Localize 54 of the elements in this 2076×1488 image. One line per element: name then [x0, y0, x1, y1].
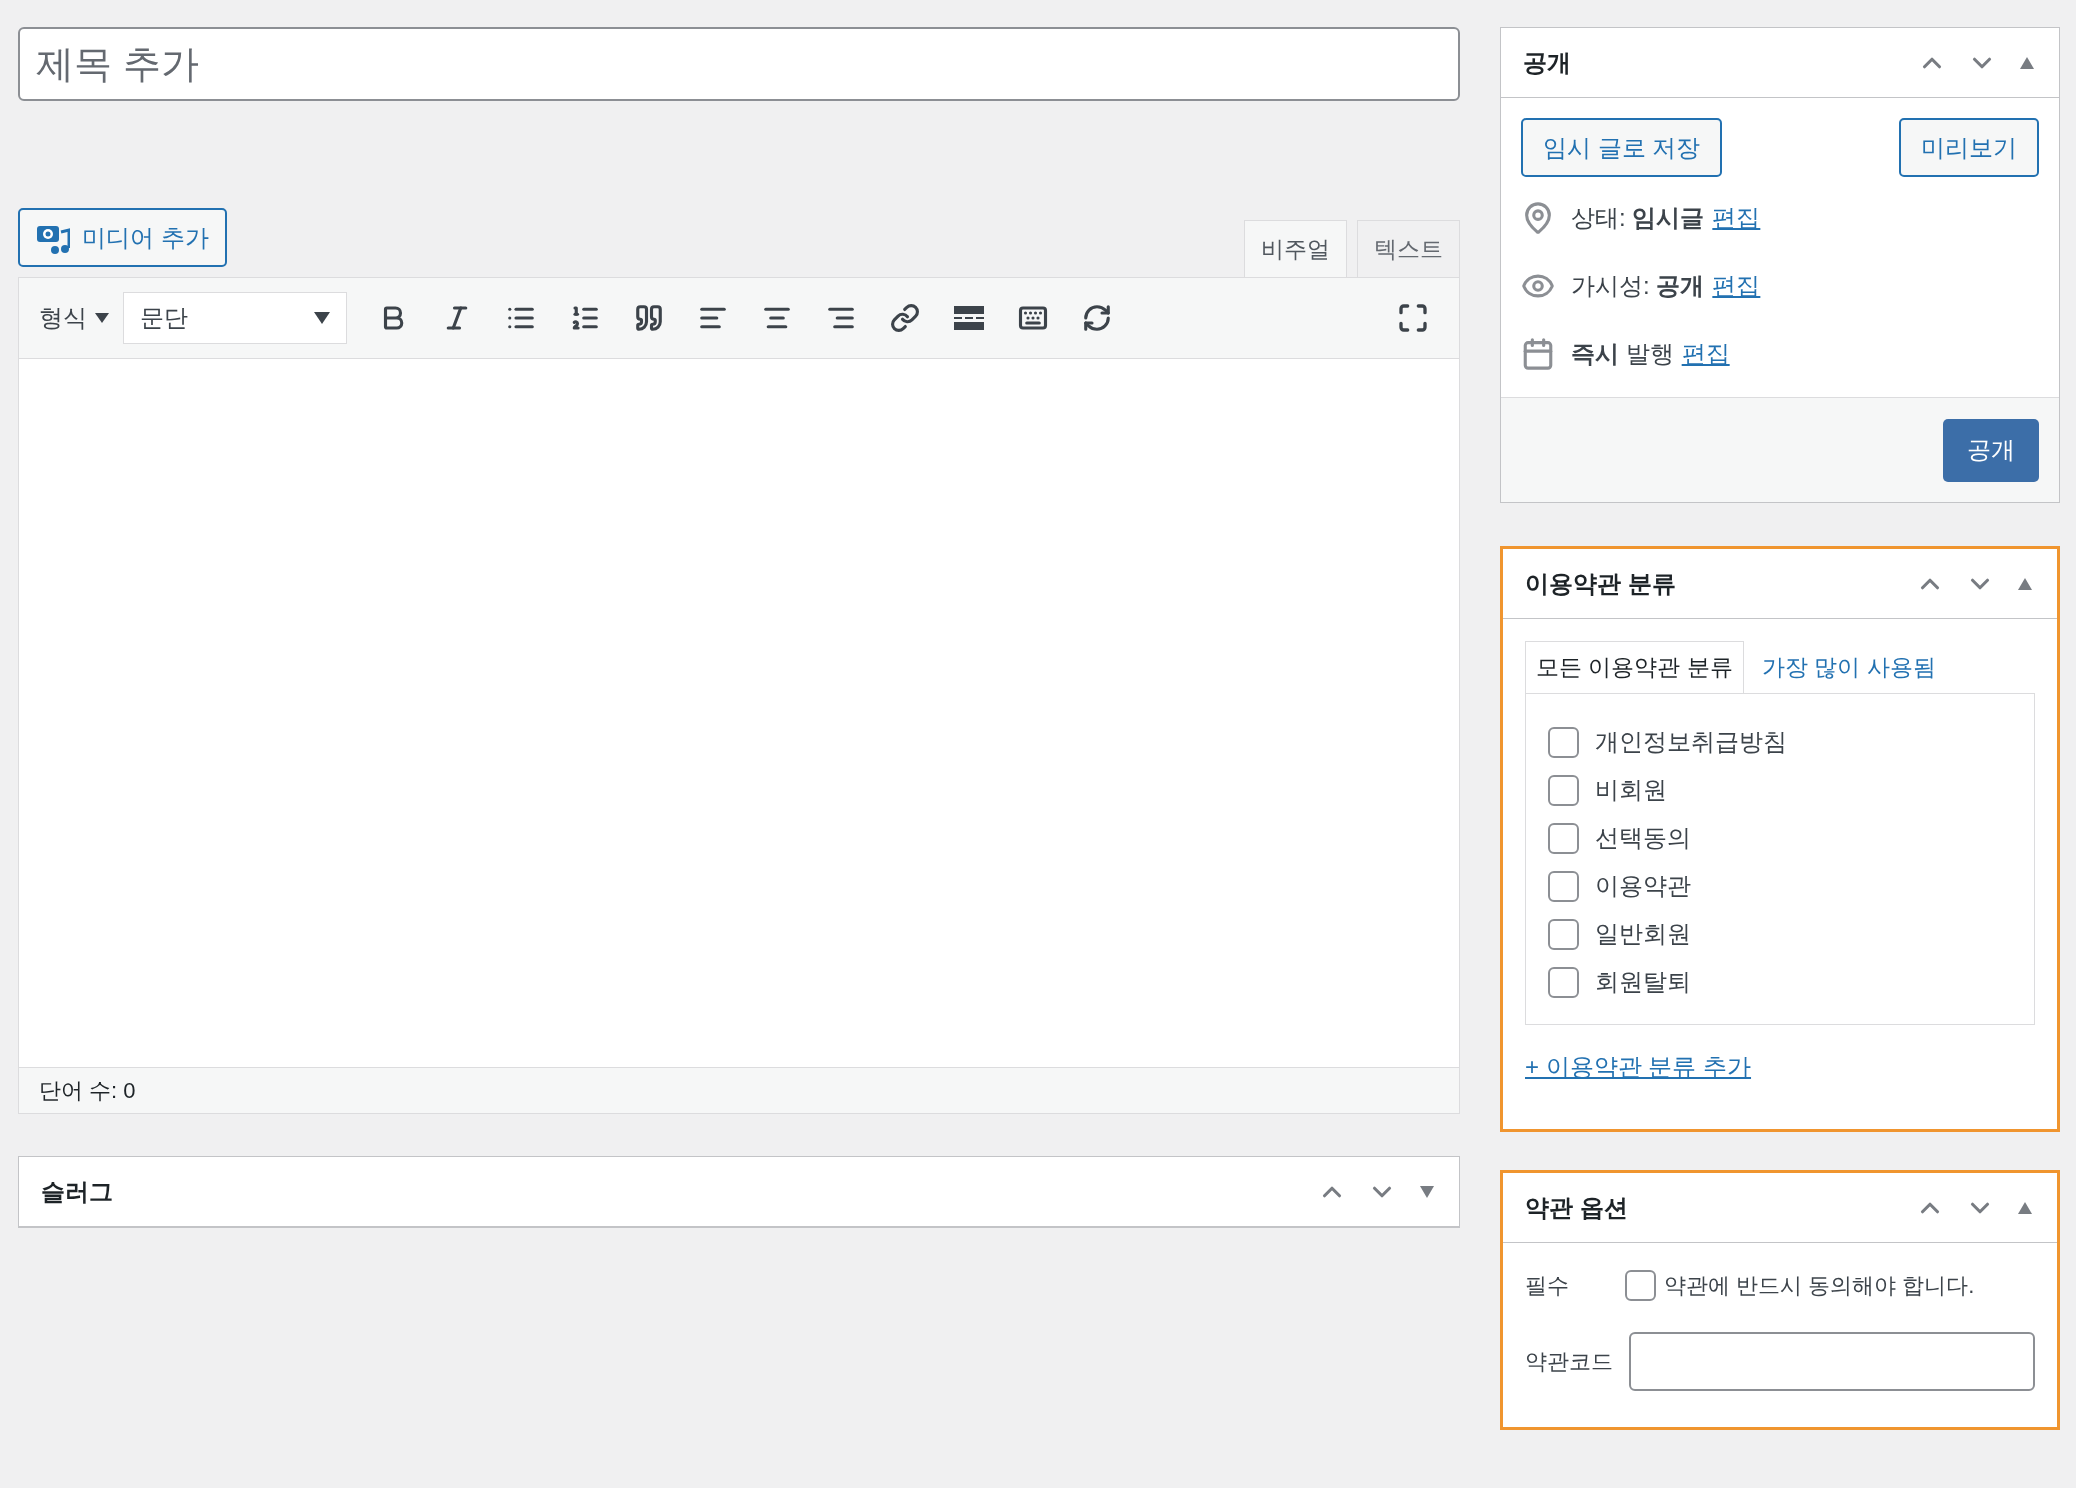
checkbox[interactable] [1548, 774, 1579, 806]
category-tab[interactable]: 모든 이용약관 분류 [1525, 641, 1744, 693]
status-text: 즉시 발행 [1571, 339, 1674, 369]
checkbox[interactable] [1625, 1270, 1656, 1301]
required-label: 필수 [1525, 1272, 1570, 1300]
quote-icon [634, 303, 664, 333]
read-more-icon [954, 306, 984, 330]
edit-link[interactable]: 편집 [1712, 268, 1761, 304]
preview-button[interactable]: 미리보기 [1899, 118, 2039, 177]
category-label: 일반회원 [1595, 919, 1691, 949]
checkbox[interactable] [1548, 918, 1579, 950]
triangle-down-icon [1420, 1185, 1434, 1198]
code-field[interactable] [1629, 1332, 2035, 1391]
save-draft-button[interactable]: 임시 글로 저장 [1521, 118, 1723, 177]
editor-tab[interactable]: 텍스트 [1357, 220, 1460, 277]
word-count: 단어 수: 0 [39, 1077, 136, 1105]
status-text: 상태: 임시글 [1571, 203, 1705, 233]
checkbox[interactable] [1548, 870, 1579, 902]
fullscreen-icon [1397, 302, 1429, 334]
code-label: 약관코드 [1525, 1348, 1614, 1376]
caret-icon [314, 312, 330, 324]
category-label: 선택동의 [1595, 823, 1691, 853]
editor-tab[interactable]: 비주얼 [1244, 220, 1347, 278]
triangle-up-icon [2018, 577, 2032, 590]
checkbox[interactable] [1548, 966, 1579, 998]
checkbox[interactable] [1548, 726, 1579, 758]
category-label: 회원탈퇴 [1595, 967, 1691, 997]
panel-title: 공개 [1523, 47, 1572, 78]
numbered-list-icon [570, 303, 600, 333]
status-text: 가시성: 공개 [1571, 271, 1705, 301]
keyboard-icon [1018, 303, 1048, 333]
category-tab[interactable]: 가장 많이 사용됨 [1751, 641, 1946, 693]
category-label: 이용약관 [1595, 871, 1691, 901]
panel-title: 이용약관 분류 [1525, 568, 1677, 599]
calendar-icon [1521, 337, 1555, 371]
format-dropdown[interactable]: 형식 [39, 300, 109, 336]
link-icon [890, 303, 920, 333]
panel-title: 약관 옵션 [1525, 1192, 1629, 1223]
panel-title: 슬러그 [41, 1176, 114, 1207]
category-label: 비회원 [1595, 775, 1667, 805]
category-label: 개인정보취급방침 [1595, 727, 1787, 757]
add-category-link[interactable]: + 이용약관 분류 추가 [1525, 1049, 1752, 1085]
triangle-up-icon [2020, 56, 2034, 69]
caret-icon [95, 313, 109, 323]
paragraph-select[interactable]: 문단 [123, 292, 347, 344]
edit-link[interactable]: 편집 [1712, 200, 1761, 236]
edit-link[interactable]: 편집 [1681, 336, 1730, 372]
title-field[interactable]: 제목 추가 [18, 27, 1460, 101]
refresh-icon [1082, 303, 1112, 333]
add-media-button[interactable]: 미디어 추가 [18, 208, 227, 267]
publish-button[interactable]: 공개 [1943, 418, 2039, 482]
checkbox[interactable] [1548, 822, 1579, 854]
required-text: 약관에 반드시 동의해야 합니다. [1664, 1272, 1975, 1300]
triangle-up-icon [2018, 1201, 2032, 1214]
